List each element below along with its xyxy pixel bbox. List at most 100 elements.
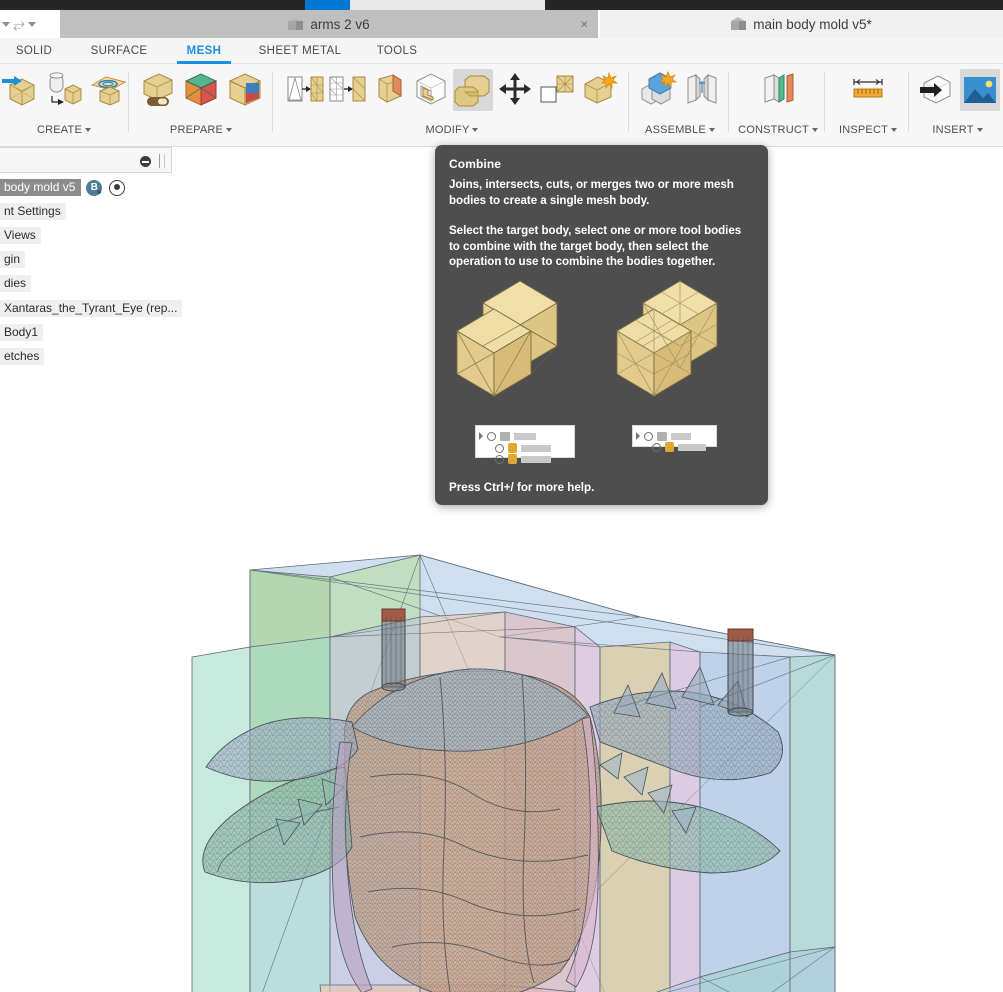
ribbon-group-create: CREATE (0, 64, 128, 147)
browser-item-label: Views (0, 227, 41, 244)
browser-item-body1[interactable]: Body1 (0, 324, 44, 341)
browser-item-label: gin (0, 251, 26, 268)
brep-to-mesh-icon[interactable] (44, 69, 84, 111)
browser-item-label: nt Settings (0, 203, 66, 220)
new-component-icon[interactable] (638, 69, 678, 111)
label-placeholder (521, 444, 551, 452)
ribbon-group-construct: CONSTRUCT (732, 64, 824, 147)
group-label-assemble[interactable]: ASSEMBLE (632, 124, 728, 136)
combine-icon[interactable] (453, 69, 493, 111)
chevron-down-icon (472, 128, 479, 133)
group-label-modify[interactable]: MODIFY (278, 124, 626, 136)
ribbon-toolbar: CREATE PREPARE MODIFY ASSEMBLE CONSTRUCT… (0, 64, 1003, 147)
chevron-down-icon (708, 128, 715, 133)
toolbar-divider (824, 72, 825, 132)
tooltip-minitree-left (475, 425, 575, 464)
plane-cut-icon[interactable] (411, 69, 451, 111)
reduce-icon[interactable] (327, 69, 367, 111)
browser-item-label: etches (0, 348, 45, 365)
browser-item-document-settings[interactable]: nt Settings (0, 203, 66, 220)
tab-label: TOOLS (376, 45, 418, 57)
group-label-prepare[interactable]: PREPARE (132, 124, 270, 136)
eye-icon (487, 431, 496, 441)
label-placeholder (514, 432, 536, 440)
toolbar-divider (272, 72, 273, 132)
label-placeholder (521, 455, 551, 463)
remesh-icon[interactable] (285, 69, 325, 111)
minus-circle-icon[interactable] (140, 156, 151, 167)
measure-icon[interactable] (848, 69, 888, 111)
tab-label: MESH (186, 45, 222, 57)
expand-triangle-icon (479, 432, 483, 440)
redo-arrow-icon[interactable]: ⥂ (13, 17, 25, 32)
make-closed-mesh-icon[interactable] (369, 69, 409, 111)
group-label-text: PREPARE (169, 124, 224, 136)
browser-item-named-views[interactable]: Views (0, 227, 41, 244)
undo-caret-down-icon[interactable] (2, 21, 10, 27)
browser-item-sketches[interactable]: etches (0, 348, 45, 365)
alignment-pin-right (727, 628, 754, 717)
redo-caret-down-icon[interactable] (28, 21, 37, 27)
minitree-row (479, 430, 536, 442)
tooltip-footer-hint: Press Ctrl+/ for more help. (449, 481, 595, 494)
component-badge-icon[interactable]: B (86, 179, 103, 196)
offset-plane-icon[interactable] (758, 69, 798, 111)
browser-item-origin[interactable]: gin (0, 251, 26, 268)
tab-label: SHEET METAL (258, 45, 342, 57)
joint-icon[interactable] (682, 69, 722, 111)
label-placeholder (678, 443, 706, 451)
quick-access-toolbar: ⥂ (0, 10, 60, 38)
insert-mesh-icon[interactable] (916, 69, 956, 111)
repair-mesh-icon[interactable] (137, 69, 177, 111)
tab-mesh[interactable]: MESH (172, 38, 236, 64)
tab-sheet-metal[interactable]: SHEET METAL (244, 38, 356, 64)
os-strip-inactive-segment (350, 0, 545, 10)
group-label-text: INSPECT (838, 124, 889, 136)
browser-item-xantaras-the-tyrant-eye[interactable]: Xantaras_the_Tyrant_Eye (rep... (0, 300, 183, 317)
os-title-strip (0, 0, 1003, 10)
toolbar-divider (128, 72, 129, 132)
chevron-down-icon (811, 128, 818, 133)
tab-tools[interactable]: TOOLS (366, 38, 428, 64)
browser-item-label: body mold v5 (0, 179, 82, 196)
group-label-text: INSERT (932, 124, 974, 136)
group-label-create[interactable]: CREATE (0, 124, 128, 136)
mesh-body-icon (508, 443, 517, 453)
mesh-section-sketch-icon[interactable] (88, 69, 128, 111)
active-component-icon[interactable] (109, 179, 126, 196)
chevron-down-icon (976, 128, 983, 133)
browser-item-bodies[interactable]: dies (0, 275, 32, 292)
eye-icon (495, 454, 504, 464)
group-label-insert[interactable]: INSERT (912, 124, 1003, 136)
merge-face-groups-icon[interactable] (225, 69, 265, 111)
document-tab-label: arms 2 v6 (310, 16, 370, 32)
tooltip-title: Combine (449, 157, 502, 171)
ribbon-group-prepare: PREPARE (132, 64, 270, 147)
chevron-down-icon (891, 128, 898, 133)
move-copy-icon[interactable] (495, 69, 535, 111)
ribbon-group-assemble: ASSEMBLE (632, 64, 728, 147)
delete-icon[interactable] (579, 69, 619, 111)
drag-grip-icon[interactable] (159, 154, 165, 168)
eye-icon (495, 443, 504, 453)
group-label-construct[interactable]: CONSTRUCT (732, 124, 824, 136)
create-mesh-icon[interactable] (0, 69, 40, 111)
canvas-image-icon[interactable] (959, 69, 1000, 111)
generate-face-groups-icon[interactable] (181, 69, 221, 111)
browser-item-label: dies (0, 275, 32, 292)
document-tab-main-body-mold-v5[interactable]: main body mold v5* (600, 10, 1003, 38)
group-label-inspect[interactable]: INSPECT (828, 124, 908, 136)
close-icon[interactable]: × (580, 18, 588, 31)
os-strip-active-segment (305, 0, 350, 10)
toolbar-divider (628, 72, 629, 132)
ribbon-group-modify: MODIFY (278, 64, 626, 147)
two-separate-mesh-bodies-diagram (456, 280, 558, 397)
browser-item-label: Body1 (0, 324, 44, 341)
browser-item-body-mold-v5[interactable]: body mold v5 B (0, 179, 126, 196)
chevron-down-icon (226, 128, 233, 133)
separate-icon[interactable] (537, 69, 577, 111)
tab-solid[interactable]: SOLID (0, 38, 68, 64)
document-tab-arms-2-v6[interactable]: arms 2 v6 × (60, 10, 598, 38)
combine-command-tooltip: Combine Joins, intersects, cuts, or merg… (435, 145, 768, 505)
tab-surface[interactable]: SURFACE (76, 38, 162, 64)
